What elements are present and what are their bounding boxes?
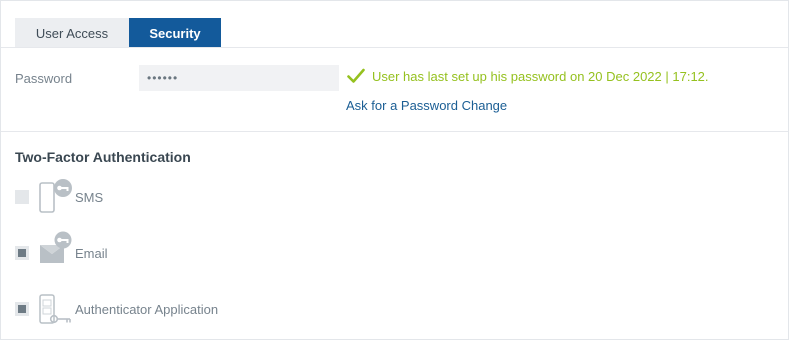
tab-user-access[interactable]: User Access [15,18,129,48]
email-label: Email [75,246,108,261]
two-factor-heading: Two-Factor Authentication [15,149,191,165]
password-label: Password [15,71,73,86]
tab-bar: User Access Security [15,18,221,48]
check-icon [347,68,365,83]
tab-divider [1,47,788,48]
password-status-text: User has last set up his password on 20 … [372,68,709,84]
security-panel: User Access Security Password User has l… [0,0,789,340]
tab-security[interactable]: Security [129,18,221,48]
sms-label: SMS [75,190,104,205]
section-divider [1,131,788,132]
email-checkbox[interactable] [15,246,29,260]
password-status: User has last set up his password on 20 … [347,68,709,84]
authenticator-checkbox[interactable] [15,302,29,316]
sms-checkbox[interactable] [15,190,29,204]
password-change-link[interactable]: Ask for a Password Change [346,98,507,113]
authenticator-label: Authenticator Application [75,302,219,317]
authenticator-app-icon [39,294,71,324]
sms-key-icon [39,179,72,213]
password-field[interactable] [139,65,339,91]
email-key-icon [40,231,72,263]
